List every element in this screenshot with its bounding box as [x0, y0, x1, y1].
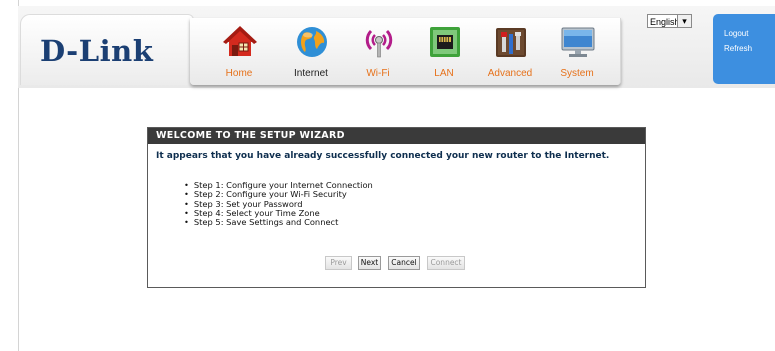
nav-item-lan[interactable]: LAN [412, 18, 476, 83]
nav-label-home: Home [225, 68, 253, 79]
language-selected-value: English [650, 17, 680, 27]
tools-icon [496, 28, 526, 57]
setup-wizard-panel: WELCOME TO THE SETUP WIZARD It appears t… [147, 127, 646, 288]
home-icon [223, 26, 257, 56]
wizard-message: It appears that you have already success… [156, 151, 610, 161]
side-panel: Logout Refresh [713, 14, 775, 84]
wifi-icon [365, 29, 393, 58]
monitor-icon [561, 27, 595, 57]
lan-port-icon [430, 27, 460, 57]
connect-button[interactable]: Connect [427, 256, 465, 270]
refresh-link[interactable]: Refresh [724, 44, 752, 53]
nav-label-lan: LAN [434, 68, 454, 79]
chevron-down-icon: ▾ [677, 15, 691, 27]
dlink-logo: D-Link [40, 34, 154, 68]
language-select[interactable]: English ▾ [647, 14, 692, 28]
next-button[interactable]: Next [358, 256, 381, 270]
nav-label-advanced: Advanced [487, 68, 533, 79]
cancel-button[interactable]: Cancel [388, 256, 420, 270]
nav-label-wifi: Wi-Fi [366, 68, 390, 79]
nav-item-wifi[interactable]: Wi-Fi [346, 18, 410, 83]
wizard-step: Step 5: Save Settings and Connect [184, 217, 373, 227]
nav-label-system: System [560, 68, 594, 79]
wizard-title: WELCOME TO THE SETUP WIZARD [148, 128, 645, 144]
nav-item-system[interactable]: System [545, 18, 609, 83]
wizard-steps-list: Step 1: Configure your Internet Connecti… [184, 180, 373, 227]
main-nav: Home Internet Wi-Fi LAN Advanced System [190, 18, 621, 85]
prev-button[interactable]: Prev [325, 256, 352, 270]
nav-item-internet[interactable]: Internet [279, 18, 343, 83]
nav-label-internet: Internet [294, 68, 328, 79]
logout-link[interactable]: Logout [724, 29, 748, 38]
globe-icon [297, 27, 327, 57]
nav-item-home[interactable]: Home [207, 18, 271, 83]
nav-item-advanced[interactable]: Advanced [478, 18, 542, 83]
